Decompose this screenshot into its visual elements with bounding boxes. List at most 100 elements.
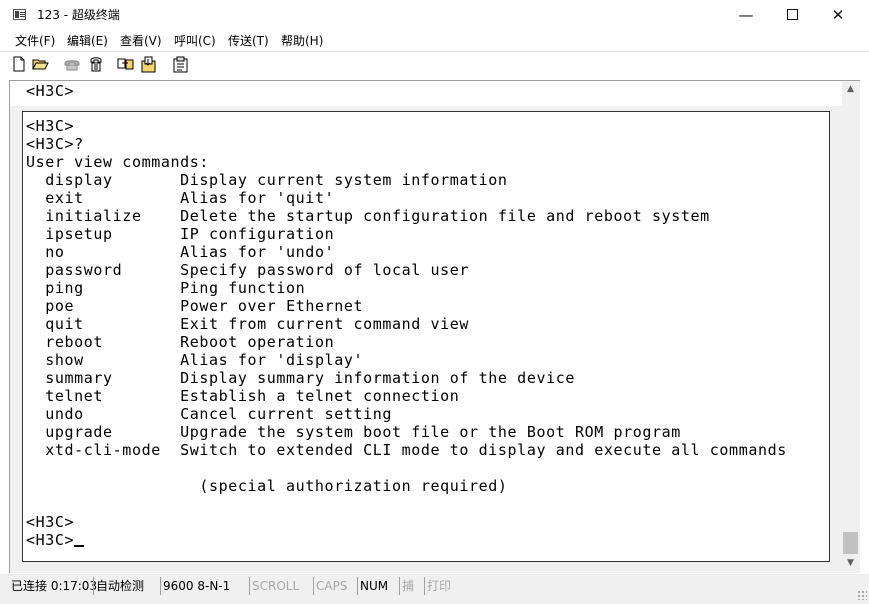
command-name: no (45, 243, 65, 261)
command-name: exit (45, 189, 84, 207)
terminal-top-line: <H3C> (26, 82, 75, 100)
menu-edit[interactable]: 编辑(E) (67, 33, 108, 49)
open-folder-icon[interactable] (32, 56, 50, 74)
command-description: Alias for 'quit' (180, 189, 335, 207)
status-detect: 自动检测 (93, 577, 144, 595)
command-row: xtd-cli-mode Switch to extended CLI mode… (26, 441, 787, 459)
maximize-button[interactable] (769, 0, 815, 30)
status-baud: 9600 8-N-1 (160, 577, 230, 595)
command-gap (74, 297, 180, 315)
window-title: 123 - 超级终端 (37, 8, 120, 22)
command-name: quit (45, 315, 84, 333)
toolbar (0, 51, 869, 81)
command-description: Specify password of local user (180, 261, 470, 279)
status-print: 打印 (424, 577, 451, 595)
command-gap (84, 279, 180, 297)
command-description: Establish a telnet connection (180, 387, 460, 405)
command-gap (161, 441, 180, 459)
continuation-text: (special authorization required) (199, 477, 508, 495)
new-file-icon[interactable] (11, 56, 29, 74)
send-icon[interactable] (117, 56, 135, 74)
command-row: upgrade Upgrade the system boot file or … (26, 423, 787, 441)
menu-help[interactable]: 帮助(H) (281, 33, 323, 49)
prompt-line: <H3C> (26, 531, 787, 549)
terminal-screen[interactable]: <H3C> <H3C>? User view commands: display D… (22, 111, 830, 562)
command-name: xtd-cli-mode (45, 441, 161, 459)
command-name: upgrade (45, 423, 113, 441)
status-capture: 捕 (399, 577, 414, 595)
status-connection: 已连接 0:17:03 (11, 579, 98, 593)
prompt-line: <H3C>? (26, 135, 84, 153)
command-row: telnet Establish a telnet connection (26, 387, 787, 405)
command-description: Alias for 'display' (180, 351, 364, 369)
title-bar[interactable]: 123 - 超级终端 — ✕ (0, 0, 869, 32)
command-row: summary Display summary information of t… (26, 369, 787, 387)
command-gap (84, 189, 180, 207)
status-num: NUM (357, 577, 388, 595)
command-gap (103, 333, 180, 351)
scroll-up-arrow-icon[interactable]: ▲ (842, 81, 859, 98)
command-gap (122, 261, 180, 279)
status-caps: CAPS (313, 577, 347, 595)
command-description: Ping function (180, 279, 306, 297)
command-description: Alias for 'undo' (180, 243, 335, 261)
command-description: Display summary information of the devic… (180, 369, 575, 387)
command-gap (65, 243, 181, 261)
command-name: password (45, 261, 123, 279)
command-row: initialize Delete the startup configurat… (26, 207, 787, 225)
call-icon[interactable] (63, 56, 81, 74)
command-name: show (45, 351, 84, 369)
menu-file[interactable]: 文件(F) (15, 33, 55, 49)
prompt-line: <H3C> (26, 513, 75, 531)
close-button[interactable]: ✕ (815, 0, 861, 30)
command-name: display (45, 171, 113, 189)
maximize-icon (786, 9, 798, 20)
command-description: Switch to extended CLI mode to display a… (180, 441, 787, 459)
command-description: Exit from current command view (180, 315, 470, 333)
properties-icon[interactable] (172, 56, 190, 74)
command-name: ping (45, 279, 84, 297)
menu-transfer[interactable]: 传送(T) (228, 33, 269, 49)
command-gap (113, 225, 180, 243)
command-row: exit Alias for 'quit' (26, 189, 787, 207)
status-scroll: SCROLL (249, 577, 299, 595)
menu-view[interactable]: 查看(V) (120, 33, 162, 49)
scroll-thumb[interactable] (843, 532, 858, 554)
resize-grip-icon[interactable] (857, 590, 867, 600)
command-description: Cancel current setting (180, 405, 392, 423)
command-gap (103, 387, 180, 405)
commands-header: User view commands: (26, 153, 209, 171)
command-row: password Specify password of local user (26, 261, 787, 279)
command-row: poe Power over Ethernet (26, 297, 787, 315)
command-name: reboot (45, 333, 104, 351)
receive-icon[interactable] (140, 56, 158, 74)
minimize-button[interactable]: — (723, 0, 769, 30)
command-name: telnet (45, 387, 104, 405)
command-row: no Alias for 'undo' (26, 243, 787, 261)
command-name: poe (45, 297, 75, 315)
command-description: Display current system information (180, 171, 508, 189)
scroll-down-arrow-icon[interactable]: ▼ (842, 555, 859, 572)
current-prompt: <H3C> (26, 531, 75, 549)
text-cursor (74, 545, 85, 547)
status-bar: 已连接 0:17:03 自动检测 9600 8-N-1 SCROLL CAPS … (0, 574, 869, 604)
command-name: initialize (45, 207, 142, 225)
command-description: Reboot operation (180, 333, 335, 351)
menu-bar: 文件(F) 编辑(E) 查看(V) 呼叫(C) 传送(T) 帮助(H) (0, 32, 869, 51)
command-row: display Display current system informati… (26, 171, 787, 189)
vertical-scrollbar[interactable]: ▲ ▼ (842, 81, 859, 572)
command-gap (84, 315, 180, 333)
disconnect-icon[interactable] (87, 56, 105, 74)
command-row: undo Cancel current setting (26, 405, 787, 423)
command-gap (84, 405, 180, 423)
command-description: Delete the startup configuration file an… (180, 207, 710, 225)
hyperterminal-app-icon[interactable] (13, 9, 26, 20)
command-list: display Display current system informati… (26, 171, 787, 459)
command-name: ipsetup (45, 225, 113, 243)
terminal-output: <H3C> <H3C>? User view commands: display D… (26, 117, 787, 549)
menu-call[interactable]: 呼叫(C) (174, 33, 216, 49)
command-row: reboot Reboot operation (26, 333, 787, 351)
command-description: IP configuration (180, 225, 335, 243)
